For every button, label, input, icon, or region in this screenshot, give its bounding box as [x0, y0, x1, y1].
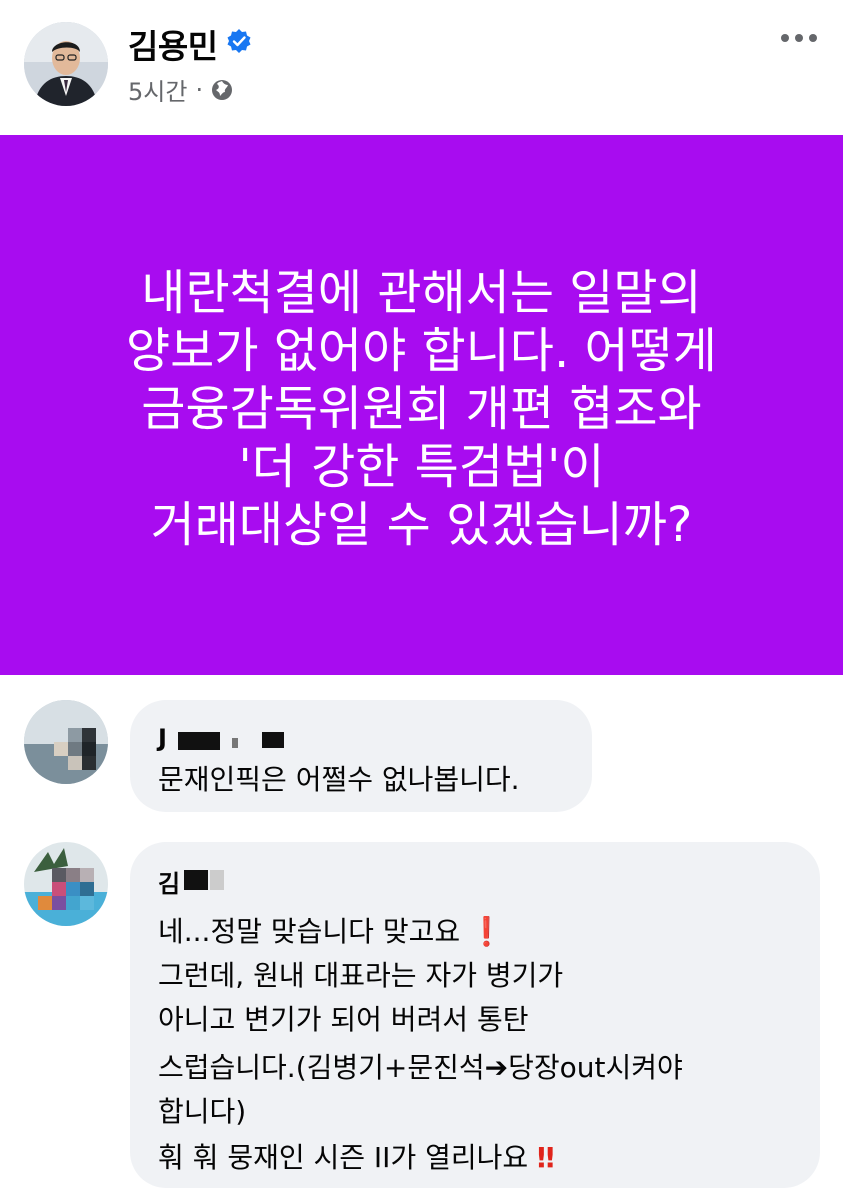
- comment-line-text: 당장out시켜야: [508, 1051, 683, 1084]
- comment-line: 훠 훠 뭉재인 시즌 II가 열리나요 ‼: [158, 1136, 555, 1180]
- dot: [781, 34, 789, 42]
- redacted-name: [178, 732, 220, 750]
- comment-line: 그런데, 원내 대표라는 자가 병기가: [158, 959, 564, 992]
- commenter-avatar[interactable]: [24, 700, 108, 784]
- dot: [809, 34, 817, 42]
- comment-line-text: 네...정말 맞습니다 맞고요: [158, 915, 461, 948]
- dot: [795, 34, 803, 42]
- post-header: 김용민 5시간 ·: [0, 0, 843, 135]
- card-line: 내란척결에 관해서는 일말의: [141, 265, 702, 321]
- commenter-avatar[interactable]: [24, 842, 108, 926]
- card-line: 양보가 없어야 합니다. 어떻게: [126, 323, 717, 379]
- comment-line-text: 훠 훠 뭉재인 시즌 II가 열리나요: [158, 1141, 529, 1174]
- redacted-name: [210, 870, 224, 890]
- post-card-text: 내란척결에 관해서는 일말의 양보가 없어야 합니다. 어떻게 금융감독위원회 …: [22, 264, 822, 554]
- author-avatar[interactable]: [24, 22, 108, 106]
- commenter-name[interactable]: 김: [158, 864, 180, 899]
- verified-badge-icon: [227, 29, 251, 53]
- card-line: '더 강한 특검법'이: [238, 439, 605, 495]
- author-name[interactable]: 김용민: [128, 20, 218, 68]
- comment-line: 네...정말 맞습니다 맞고요 ❗: [158, 910, 504, 954]
- redacted-name: [232, 738, 238, 748]
- redacted-name: [262, 732, 284, 748]
- comment-line-text: 스럽습니다.(김병기+문진석: [158, 1051, 485, 1084]
- double-exclamation-emoji-icon: ‼: [537, 1141, 555, 1174]
- exclamation-emoji-icon: ❗: [469, 915, 504, 948]
- comment-line: 스럽습니다.(김병기+문진석➔당장out시켜야: [158, 1046, 683, 1090]
- comment-line: 합니다): [158, 1095, 247, 1128]
- comment-line: 아니고 변기가 되어 버려서 통탄: [158, 1003, 529, 1036]
- meta-separator: ·: [195, 75, 204, 104]
- arrow-right-icon: ➔: [484, 1051, 509, 1084]
- redacted-name: [184, 870, 208, 890]
- commenter-name[interactable]: J: [158, 724, 167, 752]
- globe-icon[interactable]: [211, 79, 233, 101]
- card-line: 거래대상일 수 있겠습니까?: [150, 497, 693, 553]
- card-line: 금융감독위원회 개편 협조와: [141, 381, 702, 437]
- comment-text: 문재인픽은 어쩔수 없나봅니다.: [158, 763, 520, 796]
- more-options-button[interactable]: [770, 18, 828, 58]
- post-text-card: 내란척결에 관해서는 일말의 양보가 없어야 합니다. 어떻게 금융감독위원회 …: [0, 135, 843, 675]
- post-time[interactable]: 5시간: [128, 72, 187, 107]
- post-meta: 5시간 ·: [128, 72, 233, 107]
